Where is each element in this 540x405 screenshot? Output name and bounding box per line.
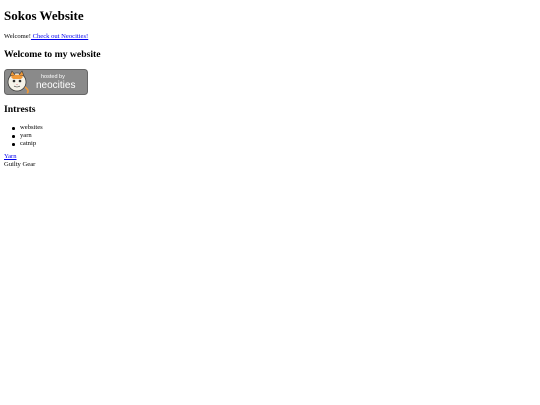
yarn-link[interactable]: Yarn [4,153,17,161]
neocities-link[interactable]: Check out Neocities! [31,33,89,40]
page: Sokos Website Welcome! Check out Neociti… [0,0,540,405]
interests-heading: Intrests [4,104,36,115]
list-item: catnip [4,140,43,148]
bullet-icon [12,135,15,138]
list-item: websites [4,124,43,132]
hosted-by-neocities-badge[interactable]: hosted by neocities [4,69,88,95]
interest-label: yarn [20,132,32,139]
list-item: yarn [4,132,43,140]
bullet-icon [12,127,15,130]
neocities-badge-image: hosted by neocities [4,69,88,95]
guilty-gear-text: Guilty Gear [4,161,36,168]
welcome-text: Welcome! [4,33,31,40]
welcome-heading: Welcome to my website [4,49,101,60]
interests-list: websites yarn catnip [4,124,43,148]
interest-label: websites [20,124,43,131]
interest-label: catnip [20,140,37,147]
bullet-icon [12,143,15,146]
welcome-line: Welcome! Check out Neocities! [4,33,88,41]
page-title: Sokos Website [4,8,84,23]
badge-brand-text: neocities [36,80,75,91]
